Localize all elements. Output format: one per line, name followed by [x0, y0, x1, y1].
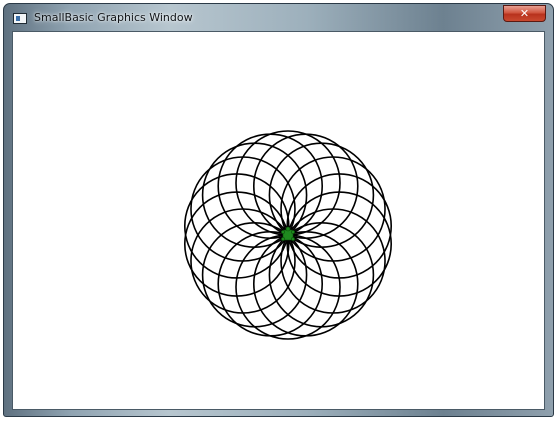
graphics-window: SmallBasic Graphics Window ✕: [3, 3, 554, 417]
turtle-leg3: [281, 237, 285, 241]
close-button[interactable]: ✕: [503, 5, 546, 22]
turtle-leg2: [291, 230, 295, 234]
close-icon: ✕: [519, 7, 530, 20]
turtle-leg4: [291, 237, 295, 241]
title-bar[interactable]: SmallBasic Graphics Window ✕: [4, 4, 553, 31]
graphics-canvas[interactable]: [12, 31, 545, 410]
turtle-head: [285, 226, 291, 232]
app-icon: [13, 13, 27, 24]
drawing-surface: [183, 130, 393, 340]
turtle-leg1: [281, 230, 285, 234]
window-title: SmallBasic Graphics Window: [34, 11, 193, 24]
